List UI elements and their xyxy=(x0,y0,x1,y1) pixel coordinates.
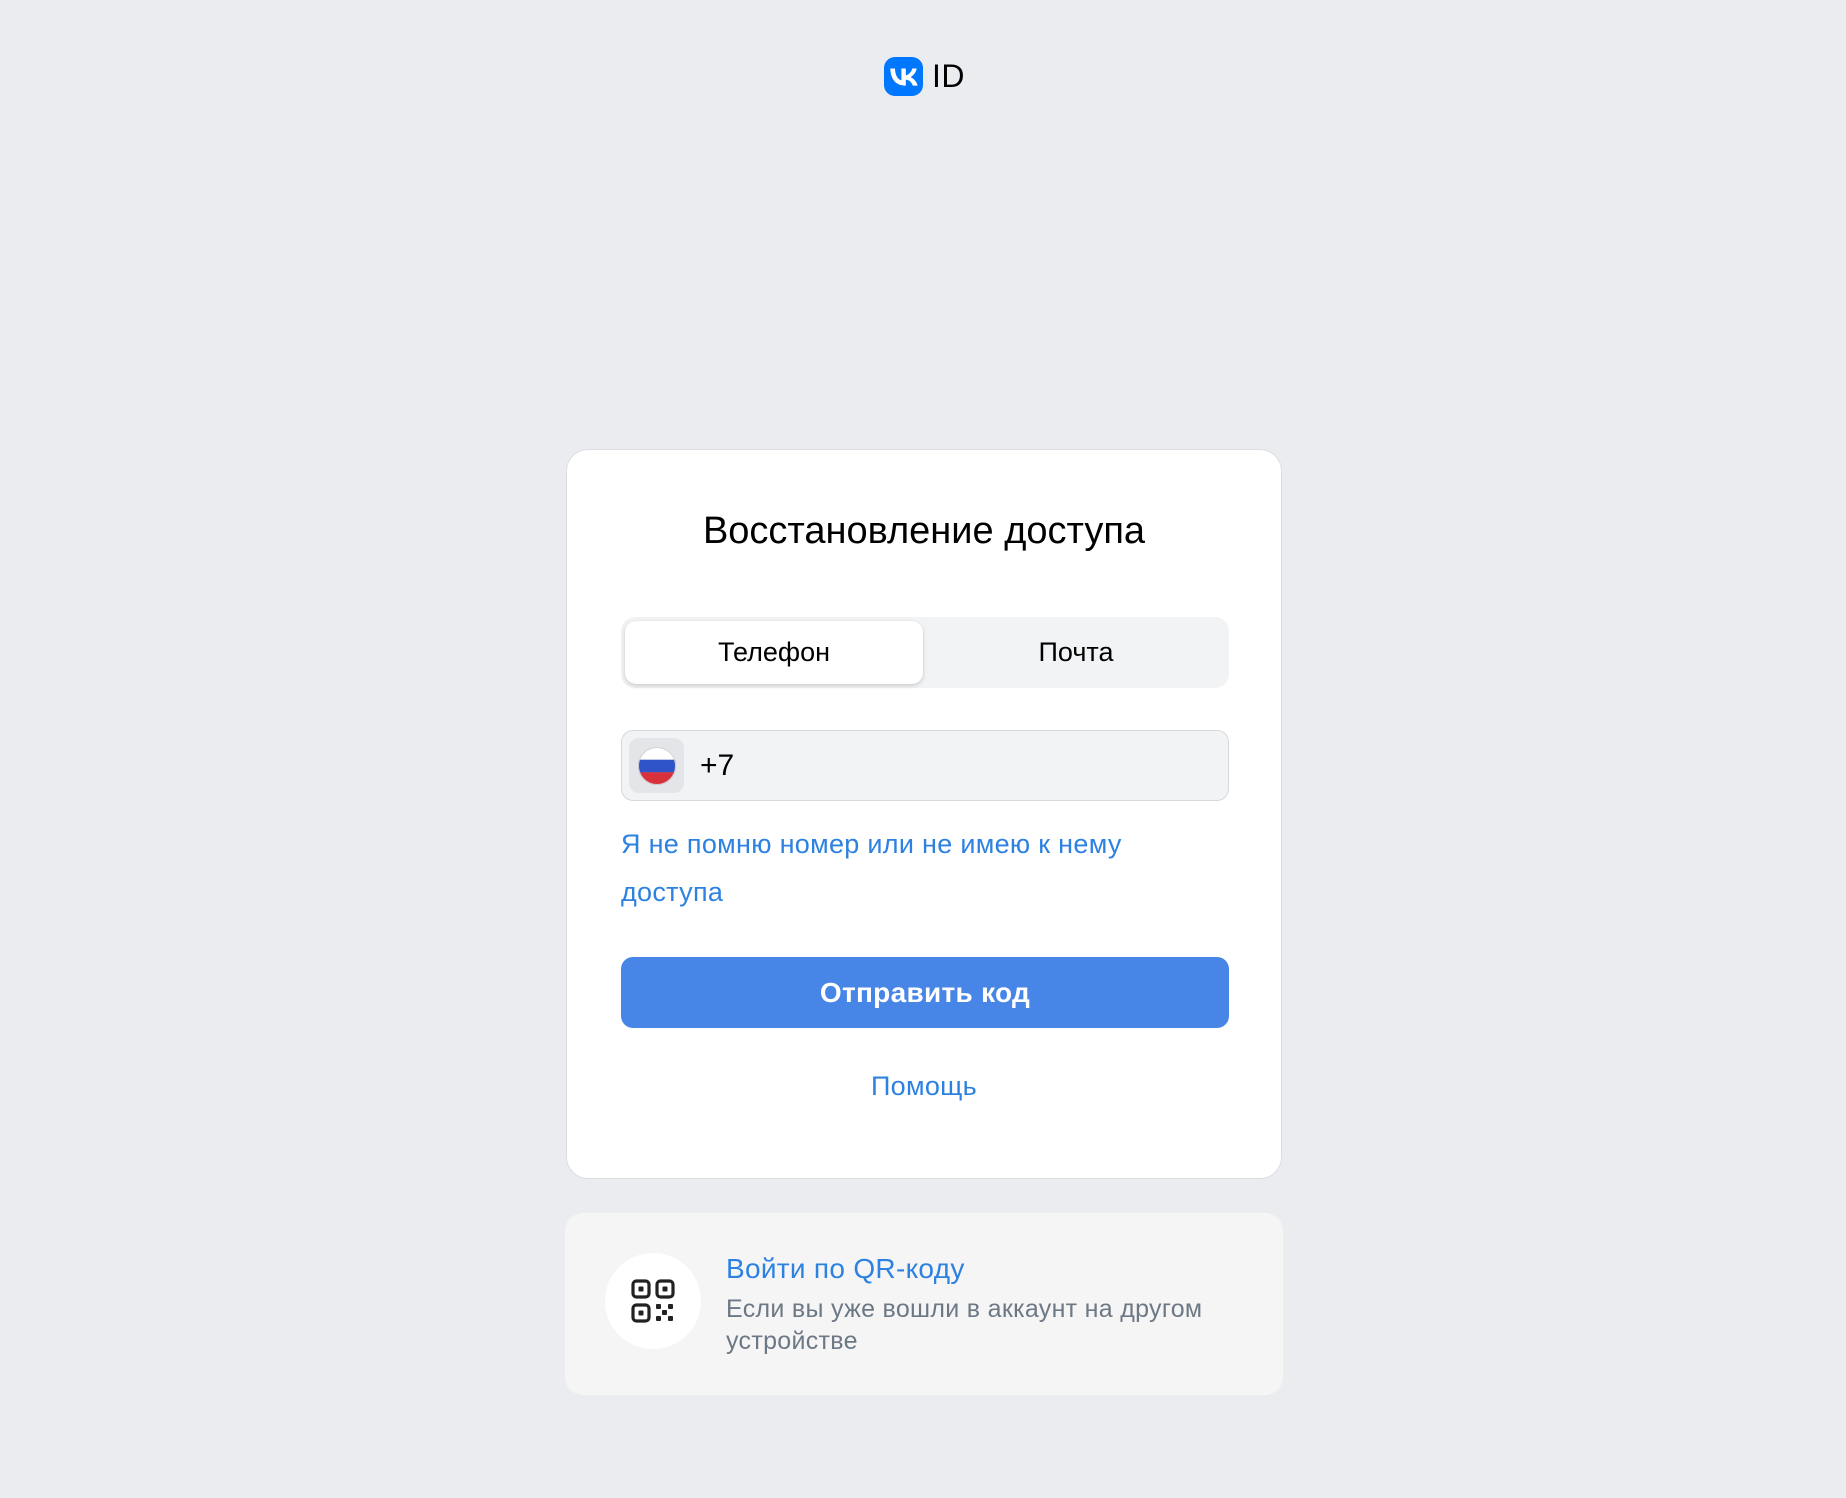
russia-flag-icon xyxy=(637,746,676,785)
page-title: Восстановление доступа xyxy=(702,510,1146,552)
forgot-number-link[interactable]: Я не помню номер или не имею к нему дост… xyxy=(621,820,1221,916)
recovery-card: Восстановление доступа Телефон Почта +7 … xyxy=(566,449,1282,1179)
vk-id-logo[interactable]: ID xyxy=(884,57,965,96)
qr-icon-circle xyxy=(605,1253,701,1349)
qr-code-icon xyxy=(631,1279,675,1323)
qr-login-subtitle: Если вы уже вошли в аккаунт на другом ус… xyxy=(726,1295,1203,1355)
qr-login-title: Войти по QR-коду xyxy=(726,1253,965,1284)
phone-field[interactable] xyxy=(621,730,1229,801)
help-link[interactable]: Помощь xyxy=(567,1071,1281,1102)
phone-input[interactable] xyxy=(700,731,1210,800)
tab-phone[interactable]: Телефон xyxy=(625,621,923,684)
method-switch: Телефон Почта xyxy=(621,617,1229,688)
vk-logo-icon xyxy=(884,57,923,96)
country-select-button[interactable] xyxy=(629,738,684,793)
page: ID Восстановление доступа Телефон Почта xyxy=(0,0,1846,1498)
tab-email[interactable]: Почта xyxy=(927,621,1225,684)
logo-text: ID xyxy=(932,58,965,94)
send-code-button[interactable]: Отправить код xyxy=(621,957,1229,1028)
qr-login-card[interactable]: Войти по QR-коду Если вы уже вошли в акк… xyxy=(565,1213,1283,1395)
